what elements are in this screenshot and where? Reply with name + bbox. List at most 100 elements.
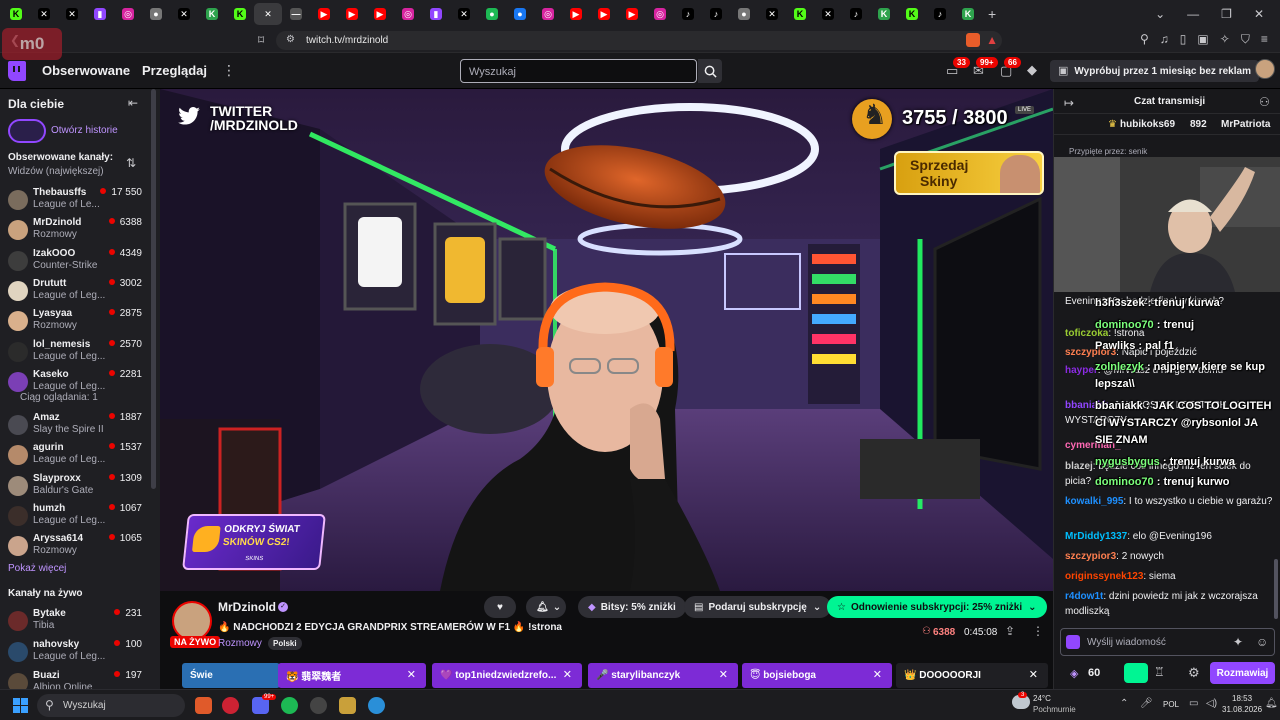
game-taskbar-icon[interactable] <box>339 697 356 714</box>
vpn-icon[interactable]: ⛉ <box>1241 33 1250 45</box>
live-channel[interactable]: nahovsky League of Leg... 100 <box>0 636 150 666</box>
browser-tab[interactable]: ✕ <box>170 3 198 25</box>
volume-icon[interactable]: ◁) <box>1206 699 1217 709</box>
browser-tab[interactable]: ● <box>506 3 534 25</box>
browser-tab[interactable]: ▮ <box>422 3 450 25</box>
chat-username[interactable]: blazej <box>1065 461 1093 472</box>
stream-category[interactable]: Rozmowy <box>218 638 262 649</box>
sidebar-channel[interactable]: Lyasyaa Rozmowy 2875 <box>0 305 150 335</box>
browser-tab[interactable]: ▶ <box>590 3 618 25</box>
browser-tab[interactable]: K <box>898 3 926 25</box>
send-button[interactable]: Rozmawiaj <box>1210 662 1275 684</box>
hype-icon[interactable]: ♖ <box>1154 666 1165 678</box>
browser-tab[interactable]: ✕ <box>254 3 282 25</box>
wallet-icon[interactable]: ▣ <box>1197 33 1208 45</box>
close-icon[interactable]: ✕ <box>407 668 416 681</box>
browser-tab[interactable]: ✕ <box>814 3 842 25</box>
sidebar-channel[interactable]: Drututt League of Leg... 3002 <box>0 275 150 305</box>
bookmark-icon[interactable]: ⌑ <box>258 34 264 46</box>
music-icon[interactable]: ♫ <box>1160 33 1169 45</box>
steam-taskbar-icon[interactable] <box>310 697 327 714</box>
sort-icon[interactable]: ⇅ <box>126 157 136 169</box>
search-input[interactable]: Wyszukaj <box>460 59 697 83</box>
popup-item[interactable]: Świe <box>182 663 280 688</box>
browser-tab[interactable]: ▶ <box>562 3 590 25</box>
clock-time[interactable]: 18:53 <box>1232 694 1252 703</box>
sidebar-channel[interactable]: Slayproxx Baldur's Gate 1309 <box>0 470 150 500</box>
sparkle-icon[interactable]: ✦ <box>1233 636 1243 648</box>
collapse-chat-icon[interactable]: ↦ <box>1064 97 1074 109</box>
browser-tab[interactable]: ♪ <box>674 3 702 25</box>
collapse-sidebar-icon[interactable]: ⇤ <box>128 97 138 109</box>
chat-message[interactable]: MrDiddy1337: elo @Evening196 <box>1065 529 1275 544</box>
browser-tab[interactable]: ✕ <box>758 3 786 25</box>
browser-tab[interactable]: ● <box>730 3 758 25</box>
browser-tab[interactable]: ◎ <box>646 3 674 25</box>
site-info-icon[interactable]: ⚙ <box>286 35 295 45</box>
language-tag[interactable]: Polski <box>268 637 302 650</box>
brave-shield-icon[interactable] <box>966 33 980 47</box>
leo-icon[interactable]: ✧ <box>1220 33 1230 45</box>
browser-tab[interactable]: ▶ <box>338 3 366 25</box>
popup-item[interactable]: 👑 DOOOOORJI ✕ <box>896 663 1048 688</box>
notifications-button[interactable]: 🔔︎ ⌄ <box>526 596 566 618</box>
streamer-avatar[interactable] <box>172 601 212 641</box>
popup-item[interactable]: 💜 top1niedzwiedzrefo... ✕ <box>432 663 582 688</box>
browser-tab[interactable]: ● <box>478 3 506 25</box>
notification-bell-icon[interactable]: 🔔︎ <box>1265 699 1278 709</box>
leaderboard-strip[interactable]: ♛ hubikoks69 892 MrPatriota <box>1054 113 1280 135</box>
chat-username[interactable]: originssynek123 <box>1065 571 1143 582</box>
clock-date[interactable]: 31.08.2026 <box>1222 705 1262 714</box>
url-box[interactable]: ⚙ twitch.tv/mrdzinold ▲ <box>276 31 1002 50</box>
search-button[interactable] <box>698 59 722 83</box>
maximize-button[interactable]: ❐ <box>1221 8 1232 20</box>
share-icon[interactable]: ⇪ <box>1005 625 1015 637</box>
chat-message[interactable]: r4dow1t: dzini powiedz mi jak z wczorajs… <box>1065 589 1275 619</box>
chat-username[interactable]: hayper <box>1065 365 1098 376</box>
close-icon[interactable]: ✕ <box>1029 668 1038 681</box>
chat-identity-icon[interactable] <box>1066 635 1080 649</box>
browser-tab[interactable]: ● <box>142 3 170 25</box>
chat-message[interactable]: szczypior3: 2 nowych <box>1065 549 1275 564</box>
chat-message[interactable]: originssynek123: siema <box>1065 569 1275 584</box>
streamer-name[interactable]: MrDzinold <box>218 600 276 614</box>
windows-start-icon[interactable] <box>13 698 28 713</box>
brave-taskbar-icon[interactable] <box>195 697 212 714</box>
browser-tab[interactable]: K <box>198 3 226 25</box>
follow-button[interactable]: ♥ <box>484 596 516 618</box>
close-icon[interactable]: ✕ <box>563 668 572 681</box>
chat-scrollbar[interactable] <box>1274 559 1278 619</box>
weather-desc[interactable]: Pochmurnie <box>1033 705 1076 714</box>
sidebar-channel[interactable]: Amaz Slay the Spire II 1887 <box>0 409 150 439</box>
video-player[interactable]: TWITTER /MRDZINOLD ♞ 3755 / 3800 LIVE Sp… <box>160 89 1053 591</box>
keyboard-language[interactable]: POL <box>1163 700 1179 709</box>
sidebar-channel[interactable]: IzakOOO Counter-Strike 4349 <box>0 245 150 275</box>
sort-label[interactable]: Widzów (największej) <box>8 166 104 177</box>
nav-following[interactable]: Obserwowane <box>42 63 130 78</box>
bits-discount-button[interactable]: ◆ Bitsy: 5% zniżki <box>578 596 686 618</box>
browser-tab[interactable]: ▶ <box>618 3 646 25</box>
browser-tab[interactable]: ♪ <box>702 3 730 25</box>
app-taskbar-icon[interactable] <box>222 697 239 714</box>
gift-claim-icon[interactable] <box>1124 663 1148 683</box>
sidebar-channel[interactable]: Aryssa614 Rozmowy 1065 <box>0 530 150 560</box>
taskbar-search[interactable]: ⚲ Wyszukaj <box>37 694 185 717</box>
turbo-promo-button[interactable]: ▣ Wypróbuj przez 1 miesiąc bez reklam <box>1050 60 1259 82</box>
sidebar-channel[interactable]: agurin League of Leg... 1537 <box>0 439 150 469</box>
gear-icon[interactable]: ⚙ <box>1188 666 1200 679</box>
sell-skins-ad[interactable]: Sprzedaj Skiny <box>894 151 1044 195</box>
browser-tab[interactable]: ✕ <box>58 3 86 25</box>
chat-input[interactable]: Wyślij wiadomość ✦ ☺ <box>1060 628 1275 656</box>
nav-browse[interactable]: Przeglądaj <box>142 63 207 78</box>
community-icon[interactable]: ⚇ <box>1259 96 1270 108</box>
chat-username[interactable]: r4dow1t <box>1065 591 1103 602</box>
menu-icon[interactable]: ≡ <box>1261 33 1268 45</box>
sidebar-channel[interactable]: humzh League of Leg... 1067 <box>0 500 150 530</box>
browser-tab[interactable]: ✕ <box>30 3 58 25</box>
chevron-down-icon[interactable]: ⌄ <box>1155 8 1165 20</box>
close-icon[interactable]: ✕ <box>873 668 882 681</box>
browser-tab[interactable]: ▶ <box>310 3 338 25</box>
sidebar-channel[interactable]: MrDzinold Rozmowy 6388 <box>0 214 150 244</box>
browser-tab[interactable]: ◎ <box>114 3 142 25</box>
bits-icon[interactable]: ◆ <box>1027 63 1037 76</box>
